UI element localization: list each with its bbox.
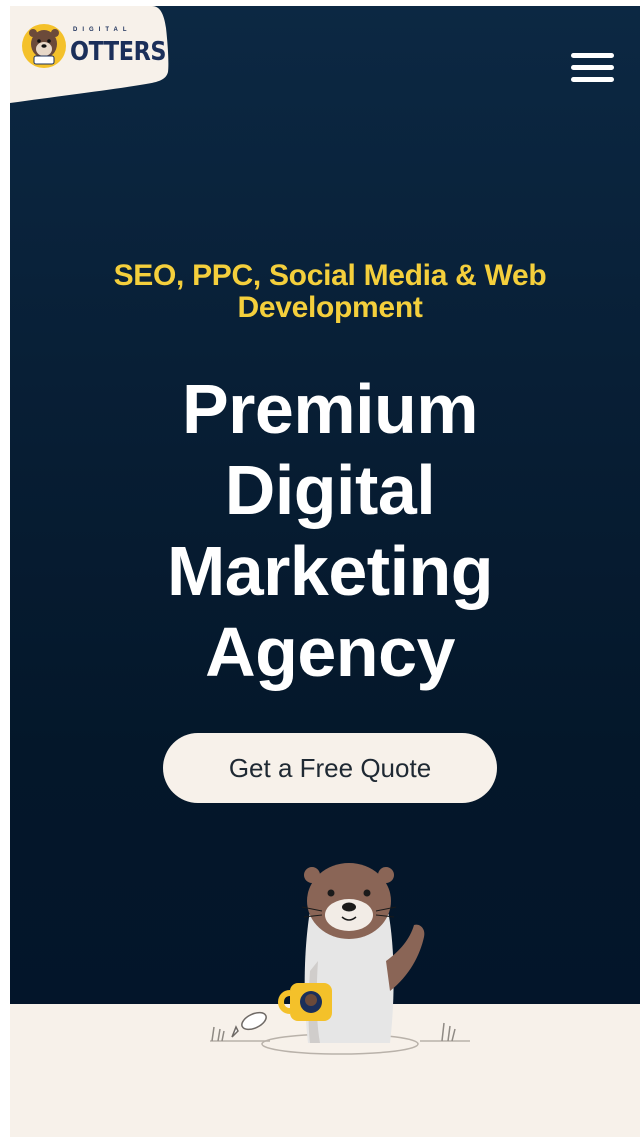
otter-mascot-logo-icon bbox=[22, 24, 66, 68]
otter-with-mug-illustration bbox=[190, 851, 475, 1061]
fish-icon bbox=[231, 1011, 267, 1038]
headline-line: Premium bbox=[181, 370, 479, 448]
headline-line: Marketing bbox=[166, 532, 494, 610]
menu-bar-top bbox=[571, 53, 614, 58]
headline-line: Agency bbox=[205, 613, 455, 691]
get-free-quote-button[interactable]: Get a Free Quote bbox=[163, 733, 497, 803]
menu-bar-middle bbox=[571, 65, 614, 70]
logo-small-text: DIGITAL bbox=[73, 27, 132, 33]
hero-headline: Premium Digital Marketing Agency bbox=[50, 369, 610, 693]
headline-line: Digital bbox=[224, 451, 436, 529]
logo-brand-text: OTTERS bbox=[70, 37, 167, 67]
hamburger-menu-icon[interactable] bbox=[568, 50, 618, 86]
hero-subtitle: SEO, PPC, Social Media & Web Development bbox=[113, 259, 547, 324]
menu-bar-bottom bbox=[571, 77, 614, 82]
page-frame: DIGITAL OTTERS SEO, PPC, Social Media & … bbox=[10, 6, 640, 1137]
logo[interactable]: DIGITAL OTTERS bbox=[10, 6, 170, 104]
